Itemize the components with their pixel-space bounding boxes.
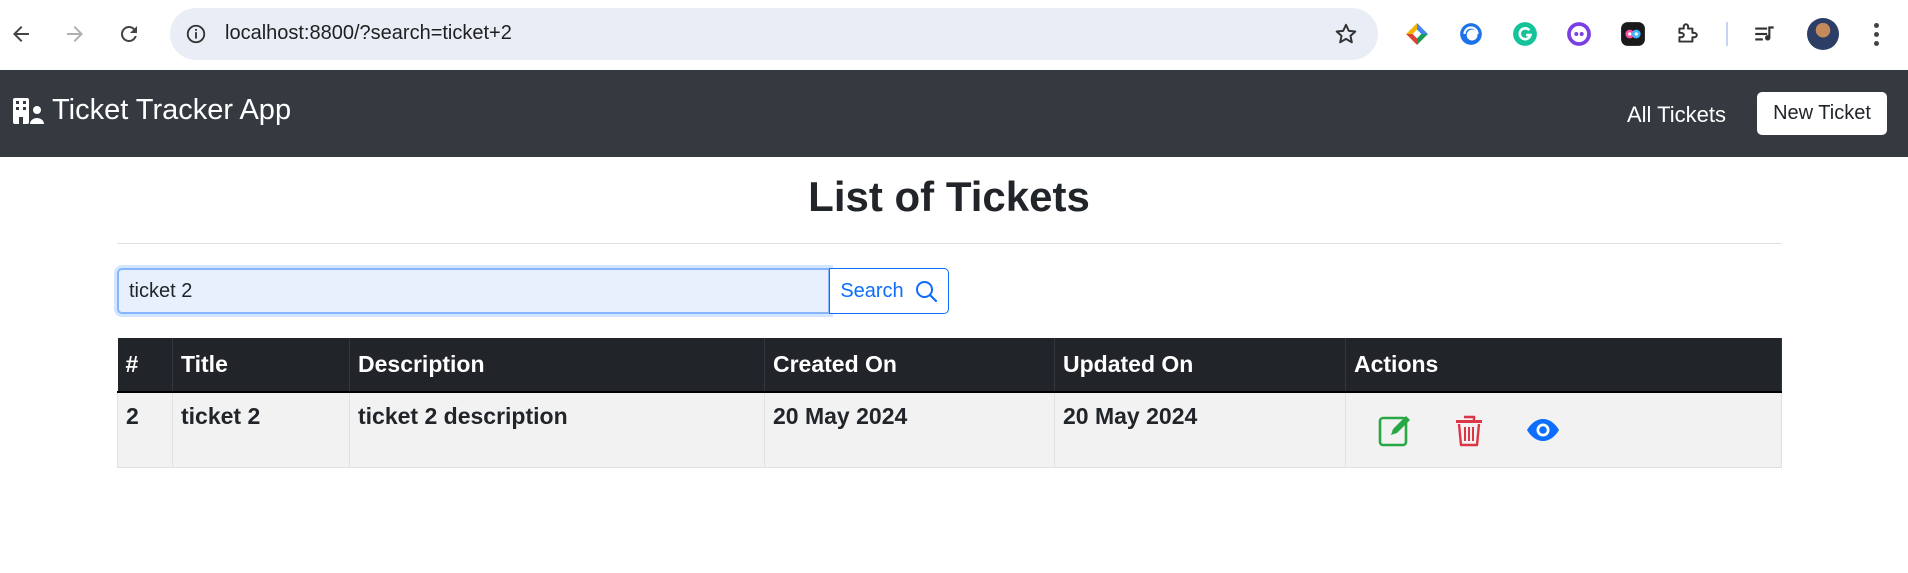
back-arrow-icon [13,26,29,42]
cell-created-on: 20 May 2024 [764,391,1055,468]
tickets-table: # Title Description Created On Updated O… [117,338,1782,468]
title-divider [117,243,1782,244]
cell-title: ticket 2 [172,391,350,468]
address-bar[interactable]: localhost:8800/?search=ticket+2 [170,8,1378,60]
edit-button[interactable] [1376,411,1414,449]
puzzle-icon[interactable] [1670,17,1704,51]
reading-list-icon[interactable] [1748,17,1782,51]
search-input[interactable] [117,268,830,314]
toolbar-divider [1726,22,1728,46]
bitmoji-icon[interactable] [1616,17,1650,51]
edit-icon [1378,416,1410,447]
table-row: 2 ticket 2 ticket 2 description 20 May 2… [117,391,1782,468]
header-description: Description [349,338,765,393]
header-title: Title [172,338,350,393]
bookmark-star-icon[interactable] [1332,20,1360,48]
view-button[interactable] [1524,411,1562,449]
header-actions: Actions [1345,338,1782,393]
delete-button[interactable] [1450,411,1488,449]
header-updated-on: Updated On [1054,338,1346,393]
forward-arrow-icon [67,26,83,42]
cell-updated-on: 20 May 2024 [1054,391,1346,468]
table-header-row: # Title Description Created On Updated O… [117,338,1782,393]
browser-toolbar: localhost:8800/?search=ticket+2 [0,0,1908,70]
search-icon [915,281,937,303]
forward-button[interactable] [58,17,92,51]
colorful-diamond-icon[interactable] [1400,17,1434,51]
reload-button[interactable] [112,17,146,51]
all-tickets-link[interactable]: All Tickets [1627,102,1726,128]
back-button[interactable] [4,17,38,51]
cute-face-icon[interactable] [1562,17,1596,51]
brand-link[interactable]: Ticket Tracker App [12,94,291,127]
url-text: localhost:8800/?search=ticket+2 [225,22,512,44]
cell-actions [1345,391,1782,468]
trash-icon [1456,415,1482,447]
page-title: List of Tickets [808,173,1090,220]
new-ticket-button[interactable]: New Ticket [1757,92,1887,135]
header-created-on: Created On [764,338,1055,393]
eye-icon [1527,419,1559,441]
app-navbar: Ticket Tracker App All Tickets New Ticke… [0,70,1908,157]
header-number: # [117,338,173,393]
brand-title: Ticket Tracker App [52,94,292,126]
reload-icon [120,25,137,42]
cell-id: 2 [117,391,173,468]
edge-copilot-icon[interactable] [1454,17,1488,51]
cell-description: ticket 2 description [349,391,765,468]
profile-avatar[interactable] [1807,18,1839,50]
site-info-icon[interactable] [180,18,212,50]
search-button-label: Search [840,279,904,302]
search-button[interactable]: Search [829,268,949,314]
browser-menu-icon[interactable] [1862,18,1890,50]
building-user-icon [13,97,44,124]
grammarly-icon[interactable] [1508,17,1542,51]
